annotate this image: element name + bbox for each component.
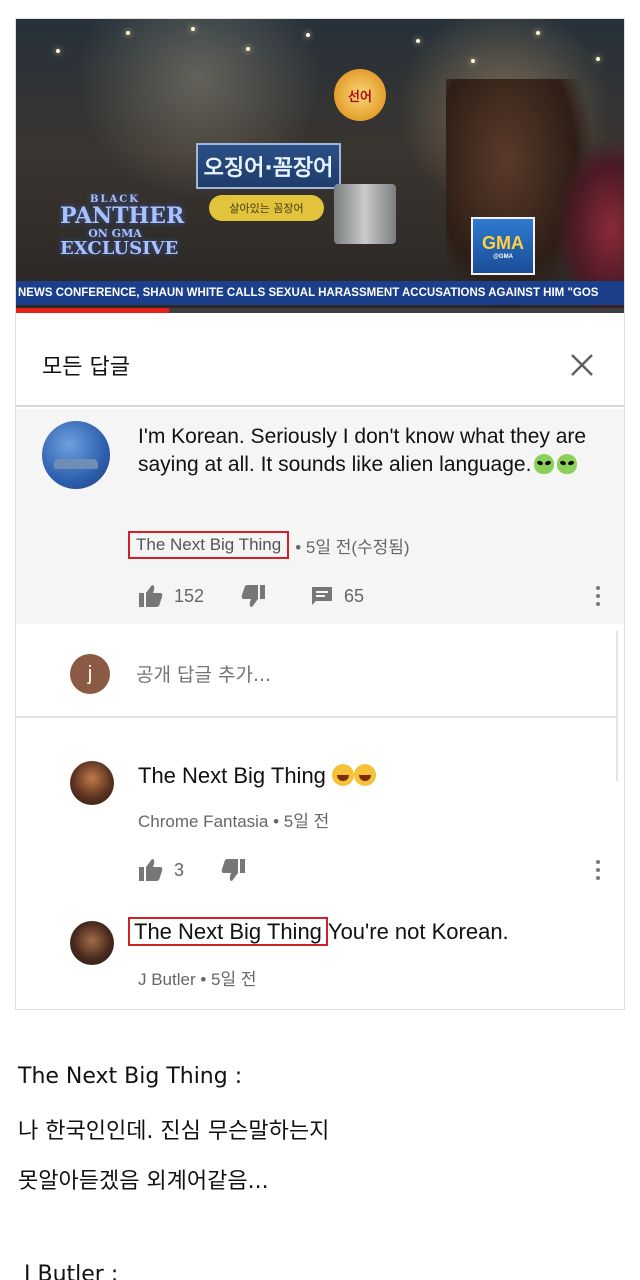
like-button[interactable]: 3 [138, 858, 184, 882]
reply-author[interactable]: J Butler [138, 970, 196, 989]
caption-line: J Butler : [24, 1262, 119, 1280]
add-reply-row: j [16, 624, 616, 718]
reply-button[interactable]: 65 [310, 584, 364, 608]
comment-text: I'm Korean. Seriously I don't know what … [138, 425, 587, 476]
more-options-icon[interactable] [588, 583, 608, 609]
reply-item: The Next Big Thing You're not Korean. J B… [16, 899, 624, 1009]
video-sign-blue: 오징어·꼼장어 [196, 143, 341, 189]
caption-line: 못알아듣겠음 외계어같음... [18, 1169, 269, 1194]
black-panther-logo: BLACK PANTHER ON GMA EXCLUSIVE [60, 194, 185, 259]
avatar[interactable] [42, 421, 110, 489]
comment-icon [312, 587, 333, 605]
replies-title: 모든 답글 [42, 355, 130, 380]
video-progress-fill [16, 308, 169, 313]
video-progress-bar[interactable] [16, 308, 624, 313]
replies-header: 모든 답글 [16, 325, 624, 407]
caption-line: The Next Big Thing : [18, 1064, 243, 1089]
reply-text: The Next Big Thing [138, 763, 377, 789]
avatar[interactable] [70, 761, 114, 805]
news-ticker: NEWS CONFERENCE, SHAUN WHITE CALLS SEXUA… [16, 281, 624, 305]
like-count: 3 [174, 859, 185, 880]
like-count: 152 [174, 585, 205, 606]
like-button[interactable]: 152 [138, 584, 204, 608]
dislike-button[interactable] [220, 858, 246, 882]
alien-emoji-icon [557, 454, 578, 474]
more-options-icon[interactable] [588, 857, 608, 883]
laughing-emoji-icon [332, 764, 355, 786]
screenshot-frame: 선어 오징어·꼼장어 살아있는 꼼장어 BLACK PANTHER ON GMA… [15, 18, 625, 1010]
video-sign-yellow: 살아있는 꼼장어 [209, 195, 324, 221]
reply-time: • 5일 전 [273, 812, 330, 831]
avatar[interactable] [70, 921, 114, 965]
alien-emoji-icon [534, 454, 555, 474]
reply-actions: 3 [138, 855, 608, 885]
gma-badge: GMA @GMA [471, 217, 535, 275]
thumbs-down-icon [221, 859, 246, 881]
main-comment: I'm Korean. Seriously I don't know what … [16, 409, 624, 624]
laughing-emoji-icon [354, 764, 377, 786]
thumbs-up-icon [139, 859, 163, 881]
reply-meta: J Butler • 5일 전 [138, 965, 257, 990]
reply-meta: Chrome Fantasia • 5일 전 [138, 807, 329, 832]
avatar: j [70, 654, 110, 694]
reply-author[interactable]: Chrome Fantasia [138, 812, 268, 831]
video-player[interactable]: 선어 오징어·꼼장어 살아있는 꼼장어 BLACK PANTHER ON GMA… [16, 19, 624, 313]
thumbs-down-icon [241, 585, 266, 607]
mention-link[interactable]: The Next Big Thing [128, 917, 328, 946]
video-lantern: 선어 [334, 69, 386, 121]
reply-count: 65 [344, 585, 365, 606]
dislike-button[interactable] [240, 584, 266, 608]
close-icon[interactable] [564, 347, 600, 383]
thumbs-up-icon [139, 585, 163, 607]
reply-item: The Next Big Thing Chrome Fantasia • 5일 … [16, 729, 624, 899]
reply-input[interactable] [136, 660, 576, 690]
caption-line: 나 한국인인데. 진심 무슨말하는지 [18, 1119, 330, 1144]
reply-text: The Next Big Thing You're not Korean. [128, 917, 509, 946]
reply-time: • 5일 전 [200, 970, 257, 989]
video-pot [334, 184, 396, 244]
comment-time: • 5일 전(수정됨) [295, 537, 410, 557]
comment-author-link[interactable]: The Next Big Thing [128, 531, 290, 559]
comment-meta: The Next Big Thing • 5일 전(수정됨) [128, 531, 410, 559]
comment-actions: 152 65 [138, 581, 608, 611]
